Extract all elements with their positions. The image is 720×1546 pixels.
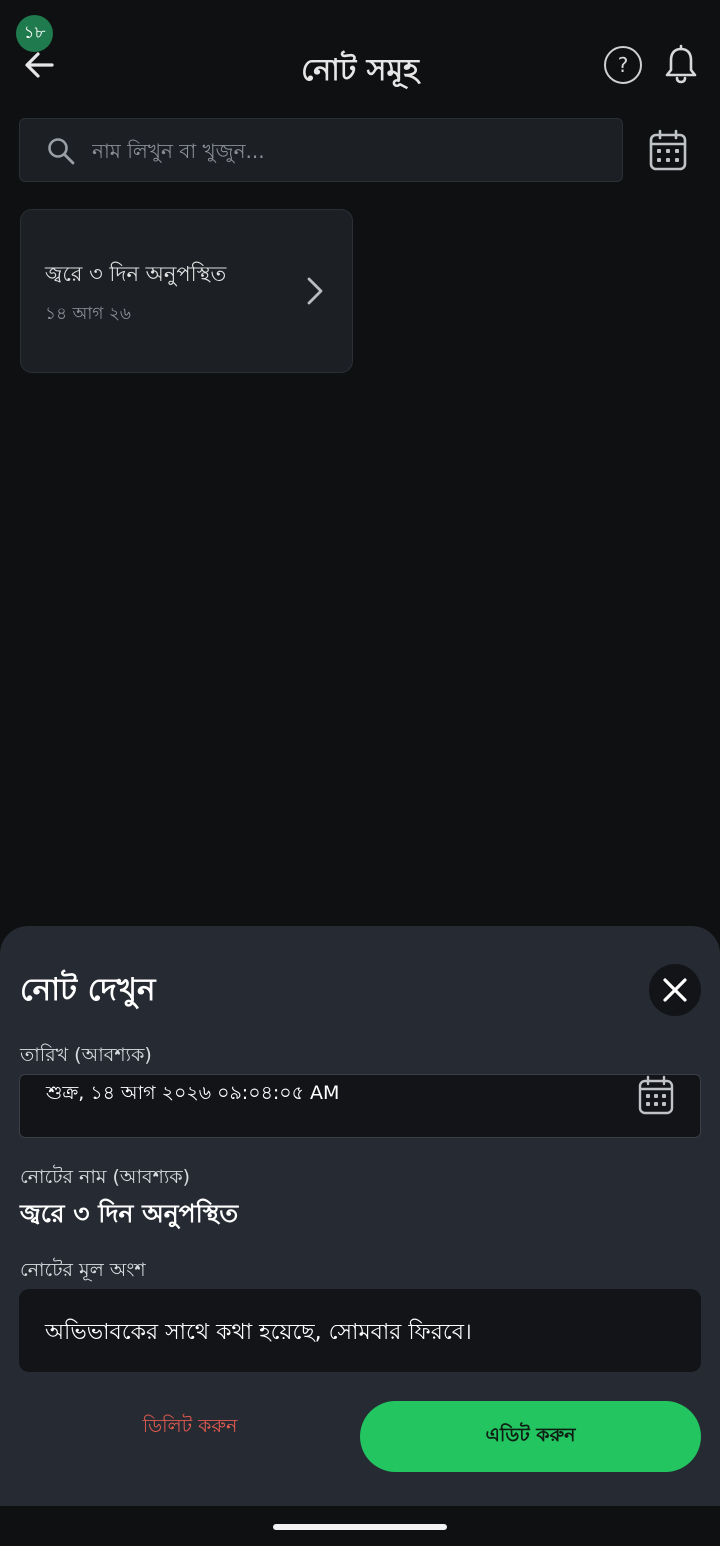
help-button[interactable]: ? [604, 46, 642, 84]
note-date: ১৪ আগ ২৬ [45, 304, 131, 324]
calendar-icon [649, 129, 687, 171]
bell-icon [665, 44, 697, 84]
date-field[interactable]: শুক্র, ১৪ আগ ২০২৬ ০৯:০৪:০৫ AM [19, 1074, 701, 1138]
calendar-filter-button[interactable] [648, 128, 688, 172]
note-body-field: অভিভাবকের সাথে কথা হয়েছে, সোমবার ফিরবে। [19, 1289, 701, 1372]
date-value: শুক্র, ১৪ আগ ২০২৬ ০৯:০৪:০৫ AM [46, 1082, 340, 1104]
sheet-title: নোট দেখুন [20, 972, 156, 1008]
note-body-label: নোটের মূল অংশ [20, 1259, 146, 1281]
notifications-button[interactable] [663, 44, 699, 86]
close-icon [663, 978, 687, 1002]
back-arrow-icon [25, 52, 54, 78]
note-name-label: নোটের নাম (আবশ্যক) [20, 1166, 191, 1188]
back-button[interactable] [20, 46, 60, 86]
help-icon: ? [617, 53, 629, 77]
edit-button[interactable]: এডিট করুন [360, 1401, 701, 1472]
calendar-icon[interactable] [638, 1075, 674, 1115]
search-input[interactable] [90, 119, 614, 183]
search-bar[interactable] [19, 118, 623, 183]
home-indicator[interactable] [273, 1524, 447, 1530]
note-title: জ্বরে ৩ দিন অনুপস্থিত [45, 262, 227, 286]
search-icon [48, 138, 75, 165]
delete-button[interactable]: ডিলিট করুন [140, 1412, 240, 1444]
chevron-right-icon [307, 277, 323, 305]
date-label: তারিখ (আবশ্যক) [20, 1044, 152, 1066]
note-name-value: জ্বরে ৩ দিন অনুপস্থিত [20, 1199, 239, 1228]
close-sheet-button[interactable] [649, 964, 701, 1016]
note-body-value: অভিভাবকের সাথে কথা হয়েছে, সোমবার ফিরবে। [45, 1320, 472, 1345]
note-card[interactable]: জ্বরে ৩ দিন অনুপস্থিত ১৪ আগ ২৬ [20, 209, 353, 373]
